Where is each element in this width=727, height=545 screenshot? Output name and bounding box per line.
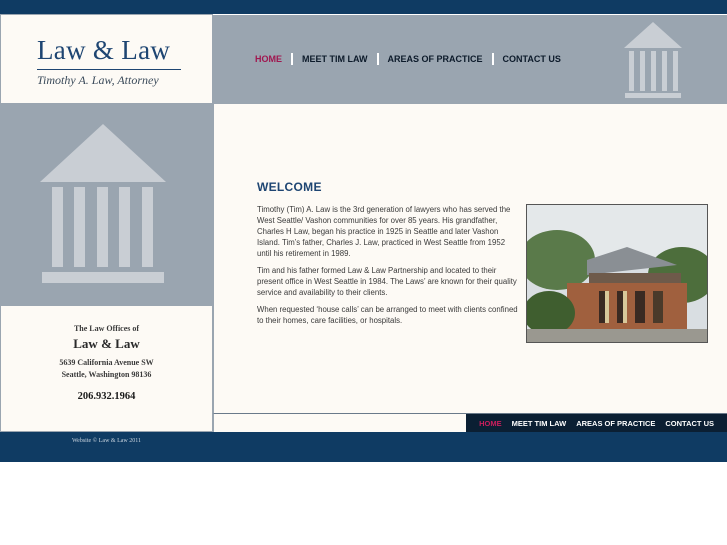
nav-areas-of-practice[interactable]: AREAS OF PRACTICE xyxy=(388,54,483,64)
nav-contact-us[interactable]: CONTACT US xyxy=(503,54,561,64)
contact-info-panel: The Law Offices of Law & Law 5639 Califo… xyxy=(0,306,213,432)
paragraph: Timothy (Tim) A. Law is the 3rd generati… xyxy=(257,205,511,258)
address-line-2: Seattle, Washington 98136 xyxy=(61,370,152,379)
nav-separator xyxy=(491,53,494,65)
logo-title[interactable]: Law & Law xyxy=(37,35,170,66)
footer: Website © Law & Law 2011 xyxy=(0,432,727,462)
nav-meet-tim-law[interactable]: MEET TIM LAW xyxy=(302,54,368,64)
phone-number[interactable]: 206.932.1964 xyxy=(1,391,212,402)
firm-name: Law & Law xyxy=(73,336,140,351)
copyright-text: Website © Law & Law 2011 xyxy=(72,438,142,444)
bottom-nav-meet-tim-law[interactable]: MEET TIM LAW xyxy=(512,419,567,428)
logo-subtitle: Timothy A. Law, Attorney xyxy=(37,73,159,87)
temple-icon xyxy=(624,22,682,98)
office-photo xyxy=(526,204,708,343)
logo-area[interactable]: Law & Law Timothy A. Law, Attorney xyxy=(0,14,213,104)
paragraph: When requested ‘house calls’ can be arra… xyxy=(257,305,518,325)
bottom-nav: HOME MEET TIM LAW AREAS OF PRACTICE CONT… xyxy=(466,414,727,432)
top-bar xyxy=(0,0,727,14)
nav-separator xyxy=(291,53,293,65)
bottom-nav-contact-us[interactable]: CONTACT US xyxy=(665,419,714,428)
main-content: WELCOME Timothy (Tim) A. Law is the 3rd … xyxy=(213,104,727,413)
temple-icon xyxy=(40,124,166,283)
nav-separator xyxy=(376,53,379,65)
address-line-1: 5639 California Avenue SW xyxy=(59,358,154,367)
office-building-image xyxy=(527,205,707,342)
logo-divider xyxy=(37,69,181,70)
welcome-text: Timothy (Tim) A. Law is the 3rd generati… xyxy=(257,204,519,332)
paragraph: Tim and his father formed Law & Law Part… xyxy=(257,266,517,297)
nav-home[interactable]: HOME xyxy=(255,54,282,64)
page-title: WELCOME xyxy=(257,180,322,194)
top-nav: HOME MEET TIM LAW AREAS OF PRACTICE CONT… xyxy=(255,53,561,65)
bottom-nav-areas-of-practice[interactable]: AREAS OF PRACTICE xyxy=(576,419,655,428)
bottom-nav-home[interactable]: HOME xyxy=(479,419,502,428)
bottom-nav-row: HOME MEET TIM LAW AREAS OF PRACTICE CONT… xyxy=(213,413,727,432)
offices-label: The Law Offices of xyxy=(73,324,140,333)
